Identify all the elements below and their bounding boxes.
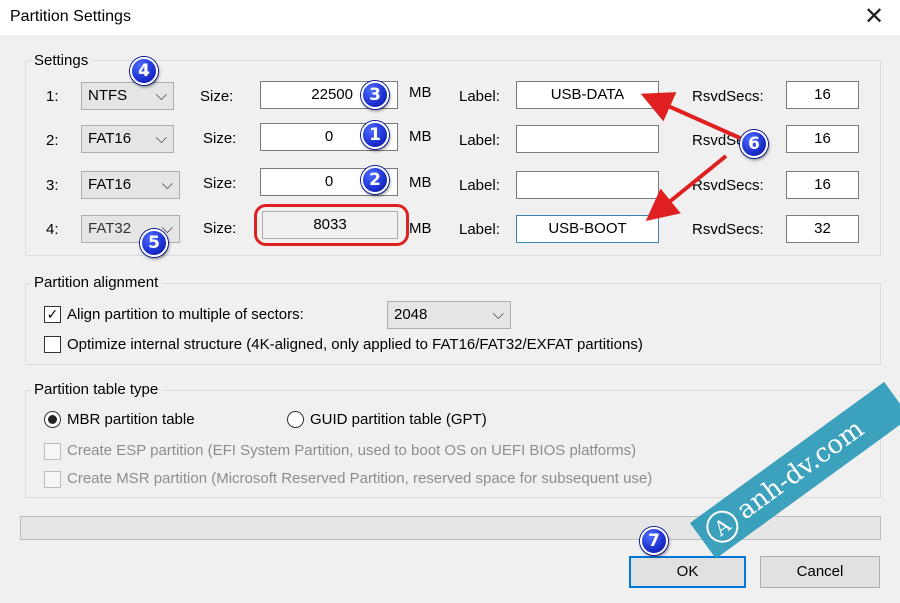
badge-3: 3 — [361, 81, 389, 109]
badge-7: 7 — [640, 527, 668, 555]
arrow-to-usb-data — [640, 92, 741, 140]
badge-1: 1 — [361, 121, 389, 149]
arrow-to-usb-boot — [645, 154, 728, 222]
badge-4: 4 — [130, 57, 158, 85]
badge-2: 2 — [361, 166, 389, 194]
badge-5: 5 — [140, 229, 168, 257]
badge-6: 6 — [740, 130, 768, 158]
